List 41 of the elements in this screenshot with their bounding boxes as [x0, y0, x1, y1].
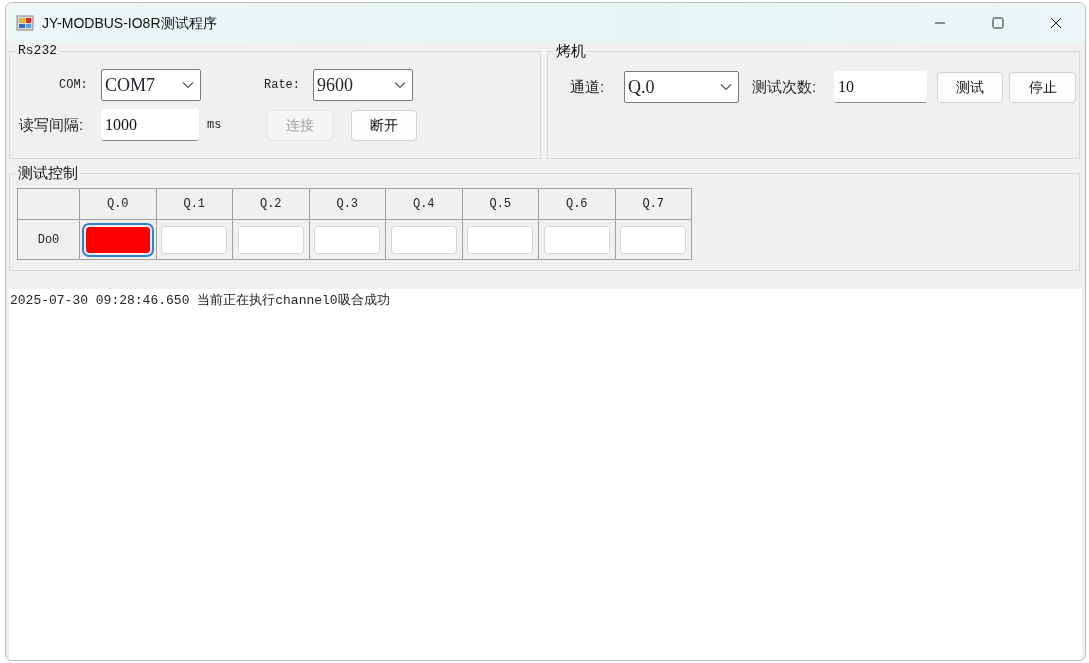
channel-dropdown[interactable]: Q.0: [624, 71, 739, 103]
rate-dropdown[interactable]: 9600: [313, 69, 413, 101]
rate-label: Rate:: [264, 77, 301, 94]
dropdown-caret-icon: [720, 83, 732, 91]
output-toggle[interactable]: [543, 225, 610, 254]
disconnect-button[interactable]: 断开: [351, 109, 417, 141]
unit-label: ms: [207, 117, 223, 134]
com-label: COM:: [59, 77, 89, 94]
window-title: JY-MODBUS-IO8R测试程序: [42, 13, 217, 33]
header-cell: [17, 188, 80, 220]
output-toggle[interactable]: [620, 225, 687, 254]
column-header: Q.5: [462, 188, 539, 220]
com-dropdown[interactable]: COM7: [101, 69, 201, 101]
column-header: Q.7: [615, 188, 692, 220]
column-header: Q.2: [232, 188, 309, 220]
output-toggle[interactable]: [161, 225, 228, 254]
output-toggle[interactable]: [314, 225, 381, 254]
row-header: Do0: [17, 219, 80, 260]
output-toggle[interactable]: [467, 225, 534, 254]
log-line: 2025-07-30 09:28:46.650 当前正在执行channel0吸合成功: [10, 292, 390, 310]
count-field[interactable]: 10: [834, 71, 927, 103]
maximize-icon: [992, 17, 1004, 29]
column-header: Q.6: [538, 188, 615, 220]
group-title: 烤机: [554, 43, 588, 59]
column-header: Q.4: [385, 188, 462, 220]
channel-label: 通道:: [570, 76, 606, 97]
group-title: 测试控制: [16, 165, 80, 181]
interval-field[interactable]: 1000: [101, 109, 199, 141]
output-toggle[interactable]: [390, 225, 457, 254]
count-label: 测试次数:: [752, 76, 818, 97]
column-header: Q.3: [309, 188, 386, 220]
test-button[interactable]: 测试: [937, 71, 1003, 103]
column-header: Q.1: [156, 188, 233, 220]
column-header: Q.0: [79, 188, 156, 220]
stop-button[interactable]: 停止: [1009, 71, 1076, 103]
dropdown-caret-icon: [394, 81, 406, 89]
dropdown-caret-icon: [182, 81, 194, 89]
app-icon: [16, 14, 34, 32]
output-toggle[interactable]: [237, 225, 304, 254]
interval-label: 读写间隔:: [19, 114, 85, 135]
close-icon: [1050, 17, 1062, 29]
